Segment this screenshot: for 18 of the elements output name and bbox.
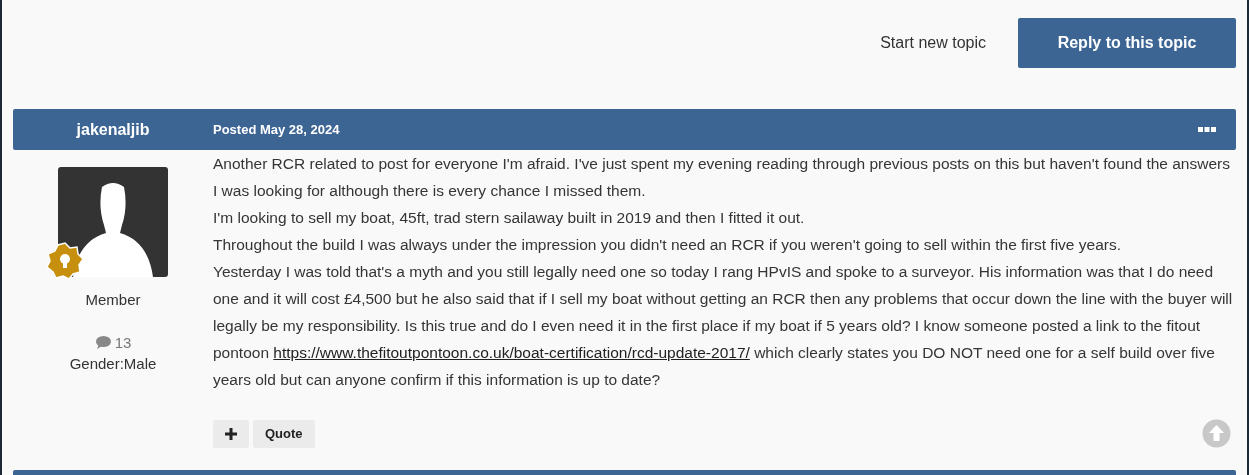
post-count: 13: [114, 334, 132, 351]
gender-label: Gender:Male: [69, 355, 157, 372]
add-button[interactable]: [213, 419, 249, 448]
post-link[interactable]: https://www.thefitoutpontoon.co.uk/boat-certification/rcd-update-2017/: [273, 344, 750, 361]
author-name[interactable]: jakenaljib: [13, 120, 213, 139]
more-icon[interactable]: [1198, 126, 1216, 133]
post-date: Posted May 28, 2024: [213, 122, 341, 137]
post-text: Throughout the build I was always under the impression you didn't need an RCR if you weren't going to sell within the first five years.: [213, 235, 1122, 255]
post-text: I'm looking to sell my boat, 45ft, trad stern sailaway built in 2019 and then I fitted it out.: [213, 208, 806, 228]
plus-icon: [225, 427, 237, 440]
reply-button[interactable]: Reply to this topic: [1018, 18, 1236, 68]
start-topic-link[interactable]: Start new topic: [880, 34, 986, 52]
badge-icon: [46, 242, 84, 280]
post-text: Another RCR related to post for everyone I'm afraid. I've just spent my evening reading through previous posts on this but haven't found the answers I was looking for although there is every chance I missed them.: [213, 154, 1231, 201]
member-rank: Member: [85, 291, 141, 308]
post-text: Yesterday I was told that's a myth and you still legally need one so today I rang HPvIS and spoke to a surveyor. His information was that I do need one and it will cost £4,500 but he also said that if I sell my boat without getting an RCR then any problems that occur down the line with the buyer will legally be my responsibility. Is this true and do I even need it in the first place if my boat if 5 years old? I know someone posted a link to the fitout pontoon https://www.thefitoutpontoon.co.uk/boat-certification/rcd-update-2017/ which clearly states you DO NOT need one for a self build over five years old but can anyone confirm if this information is up to date?: [213, 262, 1234, 390]
quote-button[interactable]: Quote: [253, 419, 315, 448]
comment-icon: [94, 336, 111, 349]
